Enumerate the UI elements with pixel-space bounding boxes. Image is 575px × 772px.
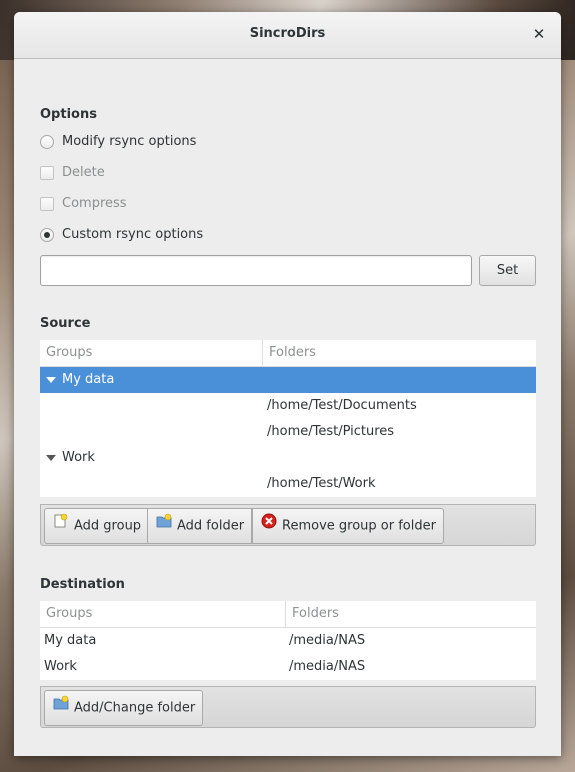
add-folder-label: Add folder [177, 518, 245, 534]
checkbox-icon [40, 166, 54, 180]
destination-tree-header: Groups Folders [40, 601, 536, 628]
destination-row[interactable]: Work /media/NAS [40, 654, 536, 680]
source-col-groups[interactable]: Groups [40, 340, 262, 366]
add-change-folder-button[interactable]: Add/Change folder [44, 690, 204, 726]
group-name: Work [62, 450, 95, 465]
tree-row-folder[interactable]: /home/Test/Pictures [40, 419, 536, 445]
set-button[interactable]: Set [479, 255, 536, 286]
tree-row-group[interactable]: My data [40, 367, 536, 393]
tree-row-folder[interactable]: /home/Test/Documents [40, 393, 536, 419]
add-group-label: Add group [74, 518, 142, 534]
custom-rsync-input[interactable] [40, 255, 472, 286]
modify-rsync-label: Modify rsync options [62, 134, 197, 149]
new-group-icon [53, 509, 69, 543]
remove-button[interactable]: Remove group or folder [252, 508, 444, 544]
titlebar: SincroDirs ✕ [14, 12, 561, 59]
window-title: SincroDirs [249, 26, 326, 41]
set-label: Set [496, 263, 519, 278]
custom-rsync-radio[interactable]: Custom rsync options [40, 225, 203, 245]
group-name: My data [44, 633, 97, 648]
checkbox-icon [40, 197, 54, 211]
destination-toolbar: Add/Change folder [40, 686, 536, 728]
destination-tree[interactable]: Groups Folders My data /media/NAS Work /… [40, 601, 536, 680]
radio-icon [40, 228, 54, 242]
destination-row[interactable]: My data /media/NAS [40, 628, 536, 654]
group-name: Work [44, 659, 77, 674]
remove-icon [261, 509, 277, 543]
tree-row-group[interactable]: Work [40, 445, 536, 471]
folder-path: /media/NAS [289, 633, 366, 648]
delete-label: Delete [62, 165, 105, 180]
add-group-button[interactable]: Add group [44, 508, 150, 544]
source-toolbar: Add group Add folder Remove group or fol… [40, 504, 536, 546]
delete-checkbox[interactable]: Delete [40, 163, 105, 183]
source-tree-header: Groups Folders [40, 340, 536, 367]
expander-icon[interactable] [46, 454, 56, 461]
destination-col-folders[interactable]: Folders [285, 601, 536, 627]
folder-path: /home/Test/Work [267, 476, 376, 491]
close-icon[interactable]: ✕ [529, 24, 549, 44]
add-folder-button[interactable]: Add folder [147, 508, 253, 544]
compress-checkbox[interactable]: Compress [40, 194, 127, 214]
compress-label: Compress [62, 196, 127, 211]
folder-path: /media/NAS [289, 659, 366, 674]
add-change-folder-label: Add/Change folder [74, 700, 196, 716]
folder-path: /home/Test/Pictures [267, 424, 395, 439]
folder-add-icon [156, 509, 172, 543]
remove-label: Remove group or folder [282, 518, 436, 534]
source-col-folders[interactable]: Folders [262, 340, 536, 366]
modify-rsync-radio[interactable]: Modify rsync options [40, 132, 196, 152]
radio-icon [40, 135, 54, 149]
destination-heading: Destination [40, 577, 125, 592]
sincrodirs-dialog: SincroDirs ✕ Options Modify rsync option… [14, 12, 561, 756]
options-heading: Options [40, 107, 97, 122]
destination-col-groups[interactable]: Groups [40, 601, 285, 627]
source-heading: Source [40, 316, 91, 331]
expander-icon[interactable] [46, 376, 56, 383]
tree-row-folder[interactable]: /home/Test/Work [40, 471, 536, 497]
custom-rsync-label: Custom rsync options [62, 227, 204, 242]
group-name: My data [62, 372, 115, 387]
folder-add-icon [53, 691, 69, 725]
source-tree[interactable]: Groups Folders My data /home/Test/Docume… [40, 340, 536, 497]
folder-path: /home/Test/Documents [267, 398, 417, 413]
